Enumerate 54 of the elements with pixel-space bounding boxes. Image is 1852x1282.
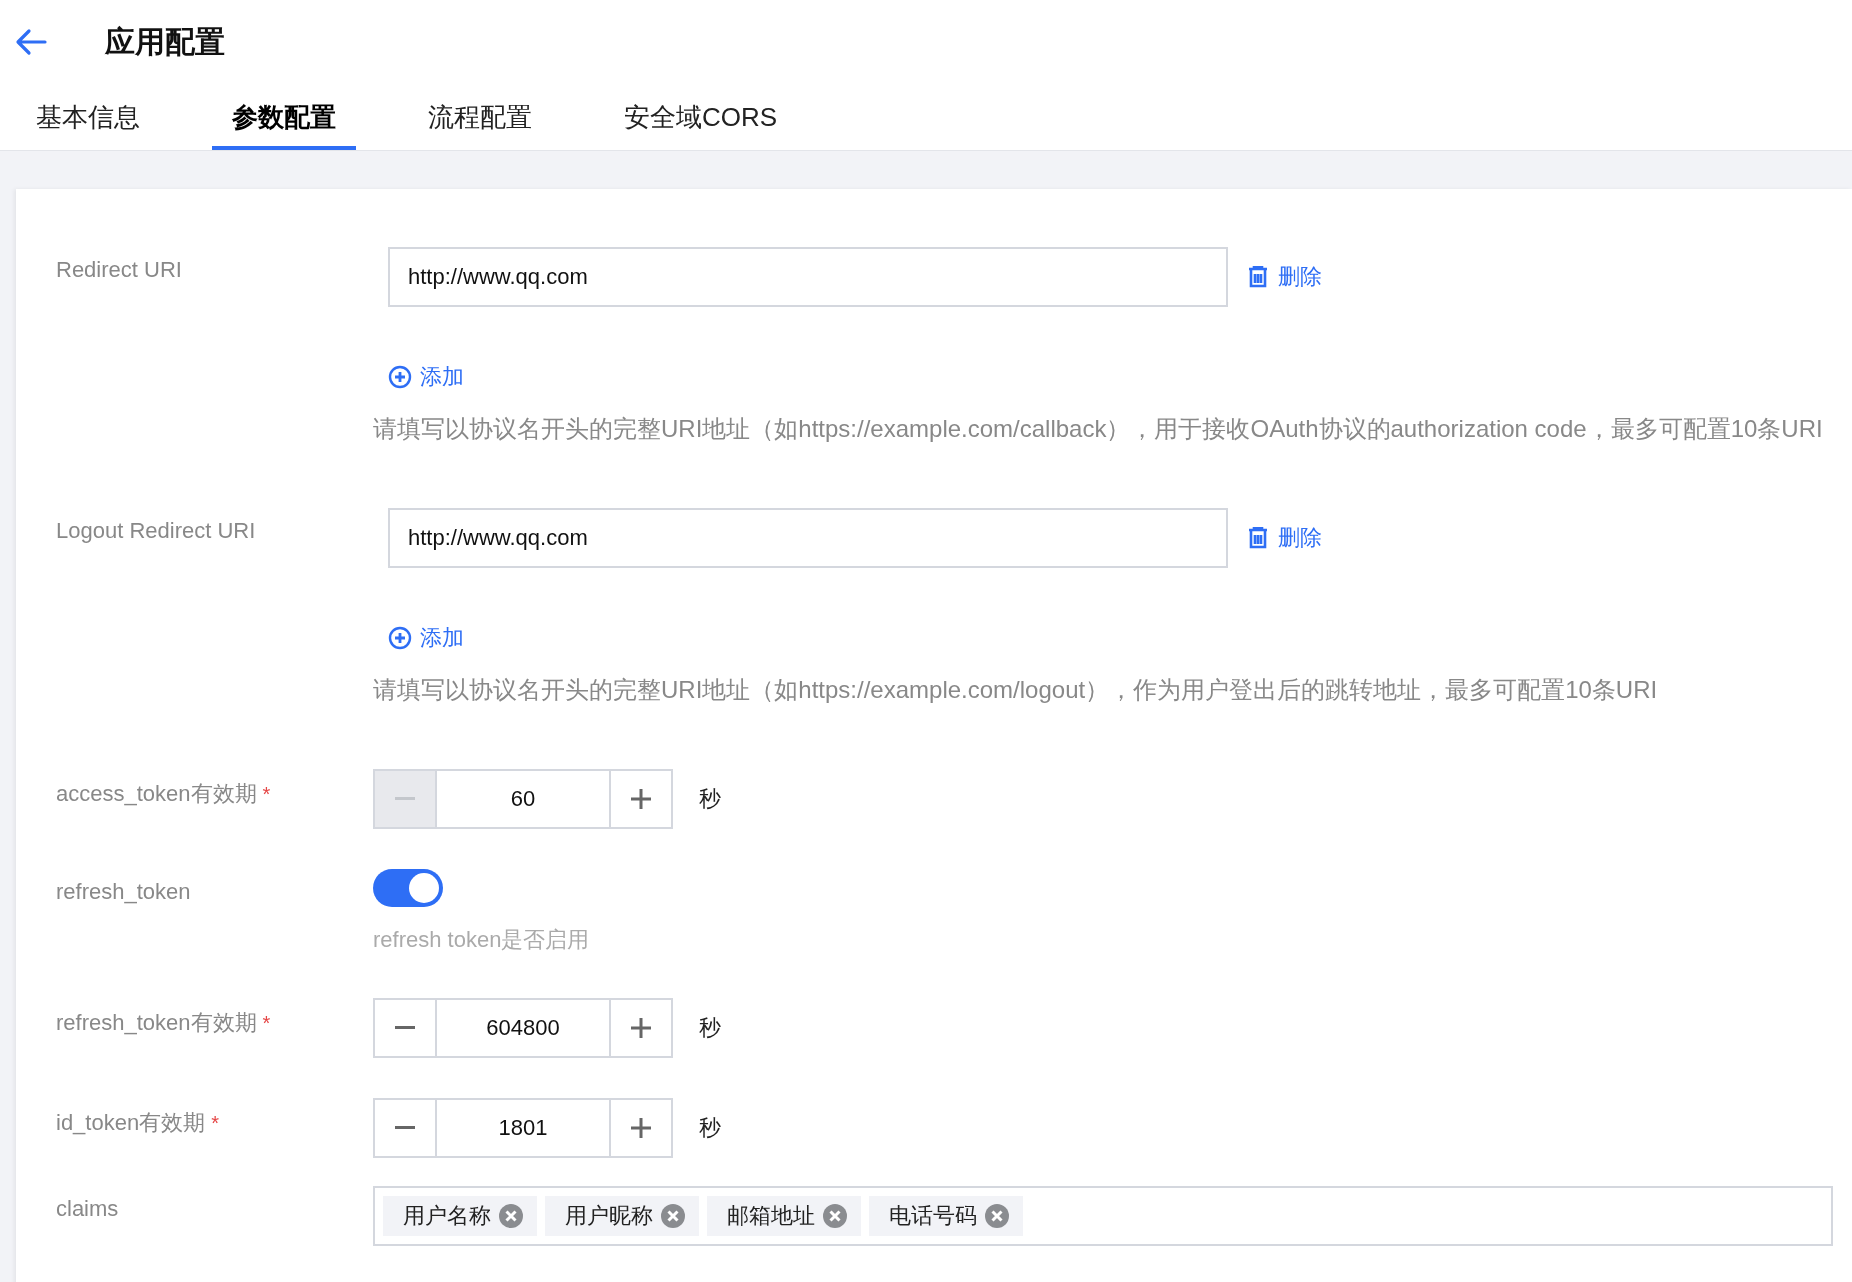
tag-label: 用户昵称	[565, 1202, 653, 1230]
field-label: access_token有效期	[56, 781, 257, 806]
uri-input[interactable]: http://www.qq.com	[388, 508, 1228, 568]
plus-icon	[631, 789, 651, 809]
tab[interactable]: 基本信息	[16, 84, 160, 150]
add-link[interactable]: 添加	[420, 623, 464, 653]
toggle-switch[interactable]	[373, 869, 443, 907]
tab[interactable]: 参数配置	[212, 84, 356, 150]
number-input[interactable]: 604800	[435, 1000, 611, 1056]
tag-label: 用户名称	[403, 1202, 491, 1230]
close-icon[interactable]	[823, 1204, 847, 1228]
back-icon[interactable]	[15, 28, 47, 56]
minus-icon	[395, 1126, 415, 1130]
required-mark: *	[211, 1112, 219, 1134]
field-label: refresh_token有效期	[56, 1010, 257, 1035]
help-text: 请填写以协议名开头的完整URI地址（如https://example.com/logout），作为用户登出后的跳转地址，最多可配置10条URI	[373, 675, 1659, 705]
required-mark: *	[262, 783, 271, 805]
tag-label: 电话号码	[889, 1202, 977, 1230]
trash-icon[interactable]	[1248, 266, 1268, 288]
plus-circle-icon[interactable]	[388, 365, 412, 389]
number-input[interactable]: 60	[435, 771, 611, 827]
help-text: refresh token是否启用	[373, 926, 591, 954]
tab[interactable]: 安全域CORS	[604, 84, 798, 150]
page-title: 应用配置	[105, 23, 225, 60]
required-mark: *	[262, 1012, 271, 1034]
uri-input[interactable]: http://www.qq.com	[388, 247, 1228, 307]
plus-icon	[631, 1018, 651, 1038]
tag-label: 邮箱地址	[727, 1202, 815, 1230]
minus-icon	[395, 797, 415, 801]
number-input[interactable]: 1801	[435, 1100, 611, 1156]
unit-label: 秒	[699, 785, 721, 813]
field-label: claims	[56, 1196, 119, 1221]
field-label: Logout Redirect URI	[56, 518, 256, 543]
trash-icon[interactable]	[1248, 527, 1268, 549]
number-stepper[interactable]: 604800	[373, 998, 673, 1058]
tag-input[interactable]: 用户名称 用户昵称 邮箱地址 电话号码	[373, 1186, 1833, 1246]
minus-icon	[395, 1026, 415, 1030]
field-label: id_token有效期	[56, 1110, 206, 1135]
delete-link[interactable]: 删除	[1278, 523, 1322, 553]
plus-circle-icon[interactable]	[388, 626, 412, 650]
number-stepper[interactable]: 1801	[373, 1098, 673, 1158]
tab[interactable]: 流程配置	[408, 84, 552, 150]
plus-icon	[631, 1118, 651, 1138]
field-label: Redirect URI	[56, 257, 182, 282]
field-label: refresh_token	[56, 879, 191, 904]
number-stepper[interactable]: 60	[373, 769, 673, 829]
close-icon[interactable]	[661, 1204, 685, 1228]
close-icon[interactable]	[985, 1204, 1009, 1228]
unit-label: 秒	[699, 1114, 721, 1142]
delete-link[interactable]: 删除	[1278, 262, 1322, 292]
help-text: 请填写以协议名开头的完整URI地址（如https://example.com/callback），用于接收OAuth协议的authorization code，最多可配置10条URI	[373, 414, 1824, 444]
close-icon[interactable]	[499, 1204, 523, 1228]
unit-label: 秒	[699, 1014, 721, 1042]
add-link[interactable]: 添加	[420, 362, 464, 392]
